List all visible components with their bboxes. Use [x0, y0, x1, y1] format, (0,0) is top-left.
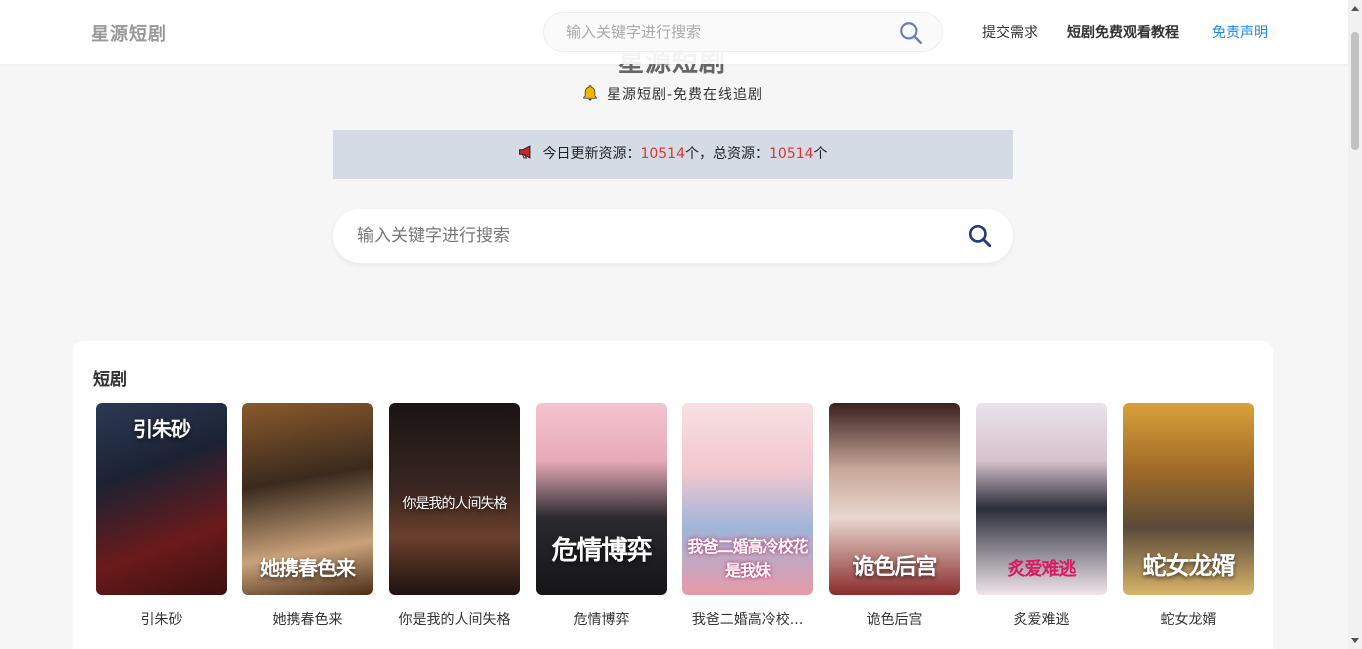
page-subtitle: 星源短剧-免费在线追剧: [0, 84, 1344, 106]
nav-submit-request[interactable]: 提交需求: [982, 22, 1038, 42]
notice-suffix: 个: [813, 146, 828, 162]
header-search-box: [543, 12, 943, 52]
main-search-box: [333, 209, 1013, 263]
drama-title[interactable]: 你是我的人间失格: [389, 609, 520, 629]
drama-title[interactable]: 我爸二婚高冷校...: [682, 609, 813, 629]
poster-title: 我爸二婚高冷校花是我妹: [687, 537, 808, 580]
drama-poster[interactable]: 危情博弈: [536, 403, 667, 595]
drama-title[interactable]: 危情博弈: [536, 609, 667, 629]
page-scrollbar[interactable]: [1348, 0, 1362, 649]
subtitle-text: 星源短剧-免费在线追剧: [606, 87, 764, 103]
poster-title: 引朱砂: [133, 417, 191, 441]
drama-card[interactable]: 危情博弈 危情博弈: [536, 403, 667, 629]
notice-mid: 个，总资源：: [685, 146, 769, 162]
drama-title[interactable]: 她携春色来: [242, 609, 373, 629]
poster-title: 诡色后宫: [852, 554, 937, 580]
drama-poster[interactable]: 炙爱难逃: [976, 403, 1107, 595]
scroll-down-arrow-icon[interactable]: [1351, 638, 1359, 643]
nav-disclaimer[interactable]: 免责声明: [1212, 22, 1268, 42]
update-notice: 今日更新资源：10514个，总资源：10514个: [333, 130, 1013, 179]
scrollbar-thumb[interactable]: [1351, 32, 1359, 150]
drama-card[interactable]: 她携春色来 她携春色来: [242, 403, 373, 629]
drama-card[interactable]: 炙爱难逃 炙爱难逃: [976, 403, 1107, 629]
drama-title[interactable]: 引朱砂: [96, 609, 227, 629]
drama-poster[interactable]: 她携春色来: [242, 403, 373, 595]
today-count: 10514: [640, 146, 685, 162]
poster-title: 你是我的人间失格: [402, 496, 508, 512]
poster-title: 炙爱难逃: [1007, 559, 1077, 580]
drama-card[interactable]: 蛇女龙婿 蛇女龙婿: [1123, 403, 1254, 629]
drama-card[interactable]: 诡色后宫 诡色后宫: [829, 403, 960, 629]
drama-card[interactable]: 引朱砂 引朱砂: [96, 403, 227, 629]
brand-logo[interactable]: 星源短剧: [91, 20, 167, 46]
drama-poster[interactable]: 你是我的人间失格: [389, 403, 520, 595]
bell-icon: [581, 84, 599, 106]
poster-title: 蛇女龙婿: [1142, 551, 1236, 580]
drama-poster[interactable]: 引朱砂: [96, 403, 227, 595]
notice-prefix: 今日更新资源：: [542, 146, 641, 162]
drama-section: 短剧 引朱砂 引朱砂 她携春色来 她携春色来 你是我的人间失格 你是我的人间失格…: [73, 341, 1273, 649]
drama-poster[interactable]: 诡色后宫: [829, 403, 960, 595]
drama-title[interactable]: 诡色后宫: [829, 609, 960, 629]
megaphone-icon: [518, 132, 536, 181]
drama-card[interactable]: 你是我的人间失格 你是我的人间失格: [389, 403, 520, 629]
nav-free-watch-tutorial[interactable]: 短剧免费观看教程: [1067, 22, 1179, 42]
drama-card[interactable]: 我爸二婚高冷校花是我妹 我爸二婚高冷校...: [682, 403, 813, 629]
poster-title: 危情博弈: [551, 536, 652, 566]
search-icon[interactable]: [967, 223, 993, 253]
drama-poster[interactable]: 蛇女龙婿: [1123, 403, 1254, 595]
section-title: 短剧: [93, 370, 127, 390]
total-count: 10514: [769, 146, 814, 162]
drama-title[interactable]: 炙爱难逃: [976, 609, 1107, 629]
top-navbar: 星源短剧 提交需求 短剧免费观看教程 免责声明: [0, 0, 1348, 64]
main-search-input[interactable]: [357, 209, 937, 263]
scroll-up-arrow-icon[interactable]: [1351, 6, 1359, 11]
poster-title: 她携春色来: [260, 556, 356, 580]
search-icon[interactable]: [898, 20, 924, 50]
drama-poster[interactable]: 我爸二婚高冷校花是我妹: [682, 403, 813, 595]
header-search-input[interactable]: [566, 13, 886, 51]
drama-title[interactable]: 蛇女龙婿: [1123, 609, 1254, 629]
